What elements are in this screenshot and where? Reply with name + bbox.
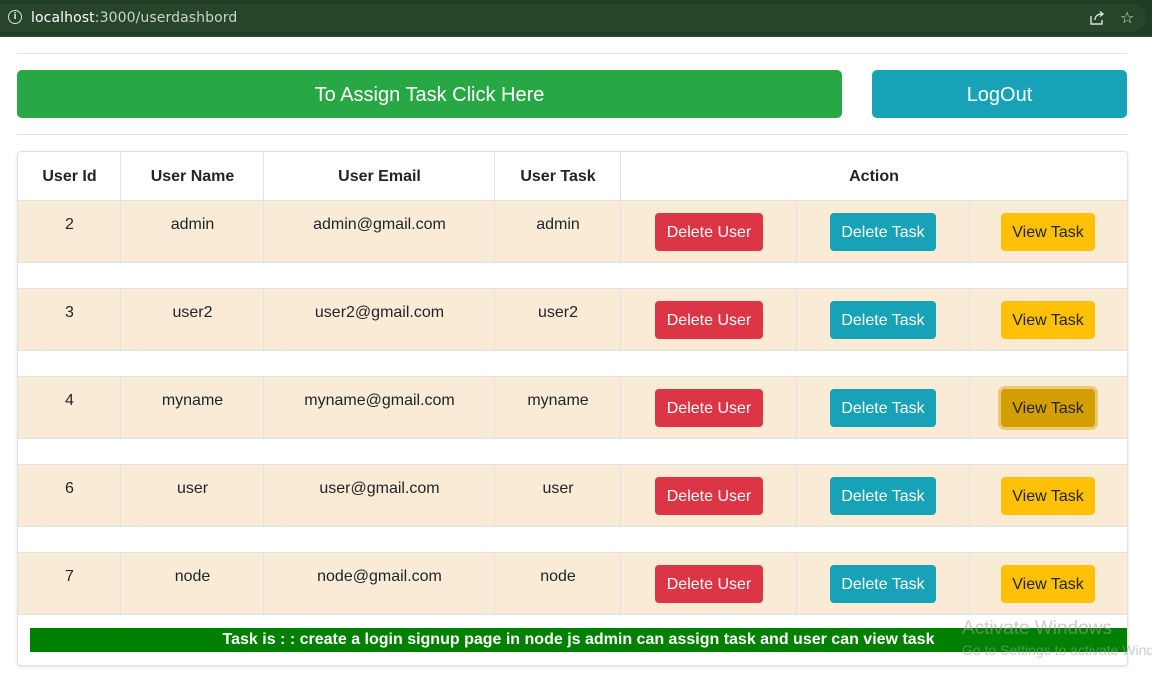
bookmark-star-icon[interactable]: ☆ bbox=[1120, 8, 1134, 27]
col-divider bbox=[494, 201, 495, 263]
column-header-user-id: User Id bbox=[42, 168, 97, 185]
delete-task-button[interactable]: Delete Task bbox=[830, 389, 936, 427]
table-row: 7 node node@gmail.com node Delete User D… bbox=[18, 553, 1127, 615]
user-task-cell: admin bbox=[536, 216, 580, 233]
user-name-cell: user2 bbox=[172, 304, 213, 321]
user-name-cell: node bbox=[174, 568, 211, 585]
user-email-cell: node@gmail.com bbox=[317, 568, 442, 585]
col-divider bbox=[263, 553, 264, 615]
url-path: :3000/userdashbord bbox=[94, 10, 238, 26]
header-col-divider bbox=[263, 152, 264, 201]
url-text[interactable]: localhost:3000/userdashbord bbox=[31, 10, 237, 26]
col-divider bbox=[263, 201, 264, 263]
row-divider bbox=[18, 350, 1127, 351]
view-task-button[interactable]: View Task bbox=[1001, 301, 1095, 339]
user-id-cell: 2 bbox=[65, 216, 74, 233]
delete-task-button[interactable]: Delete Task bbox=[830, 477, 936, 515]
delete-user-button[interactable]: Delete User bbox=[655, 213, 763, 251]
row-divider bbox=[18, 262, 1127, 263]
col-divider bbox=[969, 377, 970, 439]
col-divider bbox=[494, 289, 495, 351]
activate-windows-title: Activate Windows bbox=[962, 618, 1112, 639]
user-task-cell: node bbox=[540, 568, 576, 585]
col-divider bbox=[620, 377, 621, 439]
col-divider bbox=[120, 377, 121, 439]
delete-task-button[interactable]: Delete Task bbox=[830, 213, 936, 251]
user-id-cell: 4 bbox=[65, 392, 74, 409]
divider-top bbox=[17, 53, 1127, 54]
column-header-user-email: User Email bbox=[338, 168, 421, 185]
col-divider bbox=[494, 553, 495, 615]
col-divider bbox=[263, 377, 264, 439]
col-divider bbox=[620, 553, 621, 615]
user-name-cell: admin bbox=[170, 216, 215, 233]
browser-address-bar: i localhost:3000/userdashbord ☆ bbox=[0, 0, 1152, 37]
delete-task-button[interactable]: Delete Task bbox=[830, 301, 936, 339]
col-divider bbox=[120, 289, 121, 351]
delete-user-button[interactable]: Delete User bbox=[655, 565, 763, 603]
column-header-action: Action bbox=[849, 168, 899, 185]
info-icon[interactable]: i bbox=[8, 10, 22, 24]
assign-task-button[interactable]: To Assign Task Click Here bbox=[17, 70, 842, 118]
col-divider bbox=[969, 465, 970, 527]
user-email-cell: admin@gmail.com bbox=[313, 216, 446, 233]
col-divider bbox=[120, 201, 121, 263]
col-divider bbox=[494, 465, 495, 527]
user-name-cell: user bbox=[176, 480, 209, 497]
view-task-button[interactable]: View Task bbox=[1001, 477, 1095, 515]
divider-bottom bbox=[17, 134, 1127, 135]
view-task-button[interactable]: View Task bbox=[1001, 389, 1095, 427]
col-divider bbox=[969, 553, 970, 615]
user-email-cell: myname@gmail.com bbox=[304, 392, 455, 409]
user-email-cell: user2@gmail.com bbox=[314, 304, 445, 321]
header-col-divider bbox=[620, 152, 621, 201]
col-divider bbox=[120, 465, 121, 527]
table-row: 6 user user@gmail.com user Delete User D… bbox=[18, 465, 1127, 527]
delete-user-button[interactable]: Delete User bbox=[655, 477, 763, 515]
user-task-cell: user bbox=[542, 480, 574, 497]
table-row: 3 user2 user2@gmail.com user2 Delete Use… bbox=[18, 289, 1127, 351]
delete-user-button[interactable]: Delete User bbox=[655, 301, 763, 339]
col-divider bbox=[796, 553, 797, 615]
col-divider bbox=[620, 201, 621, 263]
col-divider bbox=[620, 465, 621, 527]
row-divider bbox=[18, 614, 1127, 615]
col-divider bbox=[796, 201, 797, 263]
row-divider bbox=[18, 438, 1127, 439]
col-divider bbox=[969, 289, 970, 351]
user-name-cell: myname bbox=[161, 392, 224, 409]
header-col-divider bbox=[494, 152, 495, 201]
col-divider bbox=[120, 553, 121, 615]
view-task-button[interactable]: View Task bbox=[1001, 213, 1095, 251]
view-task-button[interactable]: View Task bbox=[1001, 565, 1095, 603]
activate-windows-subtitle: Go to Settings to activate Windows. bbox=[962, 642, 1152, 658]
col-divider bbox=[796, 377, 797, 439]
user-task-cell: user2 bbox=[537, 304, 579, 321]
user-id-cell: 3 bbox=[65, 304, 74, 321]
row-divider bbox=[18, 526, 1127, 527]
column-header-user-name: User Name bbox=[150, 168, 235, 185]
delete-task-button[interactable]: Delete Task bbox=[830, 565, 936, 603]
table-row: 4 myname myname@gmail.com myname Delete … bbox=[18, 377, 1127, 439]
col-divider bbox=[969, 201, 970, 263]
header-col-divider bbox=[120, 152, 121, 201]
column-header-user-task: User Task bbox=[520, 168, 596, 185]
col-divider bbox=[620, 289, 621, 351]
logout-button[interactable]: LogOut bbox=[872, 70, 1127, 118]
col-divider bbox=[263, 465, 264, 527]
user-id-cell: 6 bbox=[65, 480, 74, 497]
user-task-cell: myname bbox=[527, 392, 589, 409]
delete-user-button[interactable]: Delete User bbox=[655, 389, 763, 427]
users-table: User Id User Name User Email User Task A… bbox=[17, 151, 1128, 666]
url-host: localhost bbox=[31, 10, 95, 26]
user-id-cell: 7 bbox=[65, 568, 74, 585]
table-row: 2 admin admin@gmail.com admin Delete Use… bbox=[18, 201, 1127, 263]
col-divider bbox=[796, 289, 797, 351]
user-email-cell: user@gmail.com bbox=[319, 480, 440, 497]
share-icon[interactable] bbox=[1089, 10, 1105, 26]
col-divider bbox=[263, 289, 264, 351]
col-divider bbox=[494, 377, 495, 439]
col-divider bbox=[796, 465, 797, 527]
